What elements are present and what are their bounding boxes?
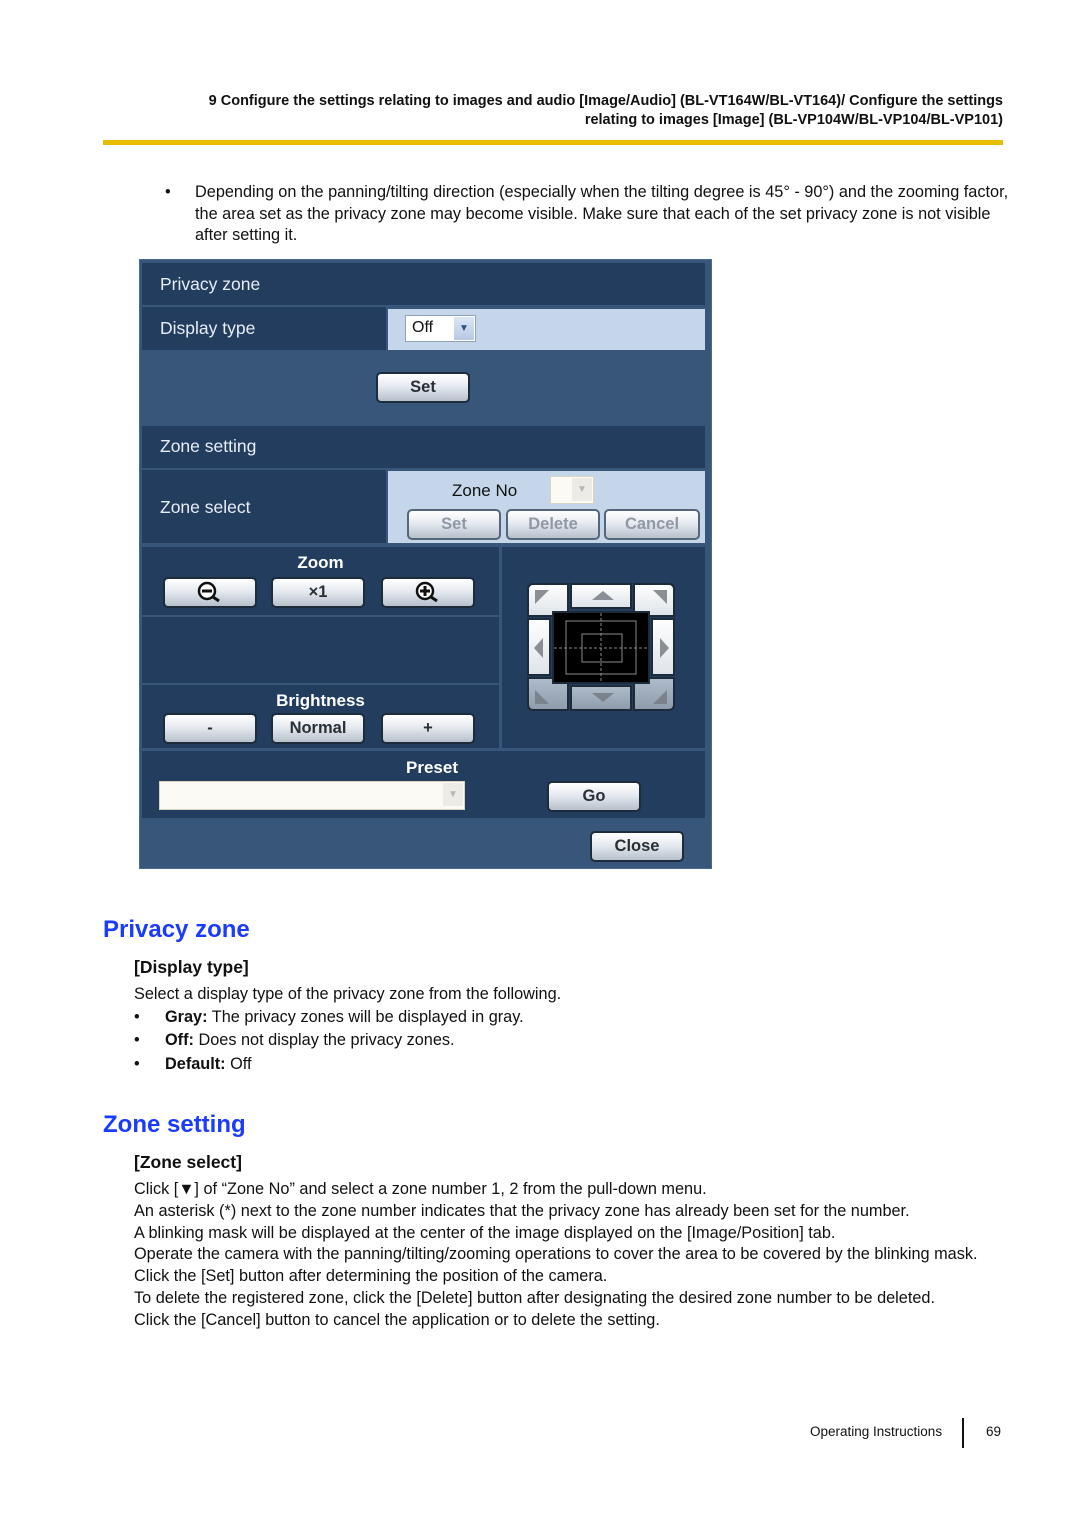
running-header-line1: 9 Configure the settings relating to ima… — [208, 93, 1003, 109]
arrow-right-icon — [660, 638, 669, 658]
item-term: Off: — [165, 1031, 194, 1049]
arrow-down-right-icon — [653, 690, 667, 704]
arrow-left-icon — [534, 638, 543, 658]
bullet: • — [165, 183, 171, 201]
brightness-caption: Brightness — [276, 691, 365, 710]
close-button[interactable]: Close — [590, 831, 684, 862]
display-type-intro: Select a display type of the privacy zon… — [134, 985, 562, 1003]
zone-setting-title: Zone setting — [160, 436, 257, 456]
pan-left-button[interactable] — [527, 618, 551, 676]
zoom-in-button[interactable] — [381, 577, 475, 608]
brightness-plus-button[interactable]: + — [381, 713, 475, 744]
tilt-down-button[interactable] — [570, 685, 632, 711]
preset-select[interactable]: ▼ — [159, 781, 465, 810]
display-type-label: Display type — [160, 318, 256, 338]
chevron-down-icon: ▼ — [572, 478, 592, 501]
list-item: • Gray: The privacy zones will be display… — [134, 1008, 524, 1026]
zone-cancel-button[interactable]: Cancel — [604, 509, 700, 540]
zoom-reset-button[interactable]: ×1 — [271, 577, 365, 608]
paragraph-line: Click the [Cancel] button to cancel the … — [134, 1310, 660, 1329]
zone-set-button[interactable]: Set — [407, 509, 501, 540]
view-target-icon — [554, 613, 648, 682]
zone-setting-heading: Zone setting — [103, 1111, 246, 1138]
pan-tilt-pad — [527, 583, 677, 711]
display-type-subheading: [Display type] — [134, 957, 249, 977]
display-type-value: Off — [412, 319, 434, 336]
running-header: 9 Configure the settings relating to ima… — [100, 92, 1003, 130]
list-item: • Default: Off — [134, 1055, 252, 1073]
zone-select-description: Click [▼] of “Zone No” and select a zone… — [134, 1179, 1009, 1332]
item-desc: Does not display the privacy zones. — [193, 1031, 455, 1049]
tilt-up-button[interactable] — [570, 583, 632, 609]
display-type-value-cell: Off ▼ — [388, 309, 705, 350]
arrow-down-icon — [592, 693, 614, 702]
note-text: Depending on the panning/tilting directi… — [195, 183, 1009, 244]
zoom-out-button[interactable] — [163, 577, 257, 608]
zone-setting-header: Zone setting — [142, 426, 705, 468]
privacy-zone-header: Privacy zone — [142, 263, 705, 305]
header-rule — [103, 140, 1003, 145]
arrow-up-left-icon — [535, 590, 549, 604]
item-term: Default: — [165, 1055, 226, 1073]
display-type-label-cell: Display type — [142, 307, 386, 350]
zone-select-value-cell: Zone No ▼ Set Delete Cancel — [388, 471, 705, 543]
item-desc: Off — [225, 1055, 252, 1073]
page-number: 69 — [986, 1424, 1002, 1439]
empty-cell — [142, 617, 499, 683]
preset-cell: Preset ▼ Go — [142, 751, 705, 818]
zoom-in-icon — [415, 581, 438, 603]
brightness-minus-button[interactable]: - — [163, 713, 257, 744]
paragraph-line: To delete the registered zone, click the… — [134, 1288, 936, 1307]
arrow-down-left-icon — [535, 690, 549, 704]
paragraph-line: A blinking mask will be displayed at the… — [134, 1223, 836, 1242]
note-bullet-item: • Depending on the panning/tilting direc… — [165, 182, 1010, 247]
paragraph-line: Click the [Set] button after determining… — [134, 1267, 608, 1286]
item-desc: The privacy zones will be displayed in g… — [207, 1008, 524, 1026]
display-type-select[interactable]: Off ▼ — [405, 315, 476, 342]
paragraph-line: Operate the camera with the panning/tilt… — [134, 1245, 978, 1264]
paragraph-line: An asterisk (*) next to the zone number … — [134, 1201, 910, 1220]
zone-select-label-cell: Zone select — [142, 470, 386, 543]
running-header-line2: relating to images [Image] (BL-VP104W/BL… — [584, 112, 1003, 128]
privacy-zone-title: Privacy zone — [160, 274, 261, 294]
arrow-up-icon — [592, 591, 614, 600]
footer-divider — [962, 1418, 964, 1448]
zone-no-select[interactable]: ▼ — [550, 476, 594, 504]
zone-no-label: Zone No — [452, 481, 518, 500]
paragraph-line: Click [▼] of “Zone No” and select a zone… — [134, 1180, 707, 1198]
chevron-down-icon: ▼ — [443, 783, 463, 806]
zoom-caption: Zoom — [297, 553, 344, 572]
zone-delete-button[interactable]: Delete — [506, 509, 600, 540]
footer-label: Operating Instructions — [810, 1424, 943, 1439]
zoom-out-icon — [197, 581, 220, 603]
zone-select-label: Zone select — [160, 497, 251, 517]
pan-right-button[interactable] — [651, 618, 675, 676]
zone-select-subheading: [Zone select] — [134, 1152, 242, 1172]
list-item: • Off: Does not display the privacy zones… — [134, 1031, 455, 1049]
brightness-normal-button[interactable]: Normal — [271, 713, 365, 744]
privacy-zone-heading: Privacy zone — [103, 916, 250, 943]
chevron-down-icon: ▼ — [454, 317, 474, 340]
set-button[interactable]: Set — [376, 372, 470, 403]
go-button[interactable]: Go — [547, 781, 641, 812]
brightness-cell: Brightness - Normal + — [142, 685, 499, 748]
zoom-cell: Zoom ×1 — [142, 547, 499, 615]
item-term: Gray: — [165, 1008, 208, 1026]
arrow-up-right-icon — [653, 590, 667, 604]
camera-view-area[interactable] — [552, 611, 650, 684]
preset-caption: Preset — [406, 758, 458, 777]
privacy-zone-panel: Privacy zone Display type Off ▼ Set Zone… — [139, 259, 712, 869]
